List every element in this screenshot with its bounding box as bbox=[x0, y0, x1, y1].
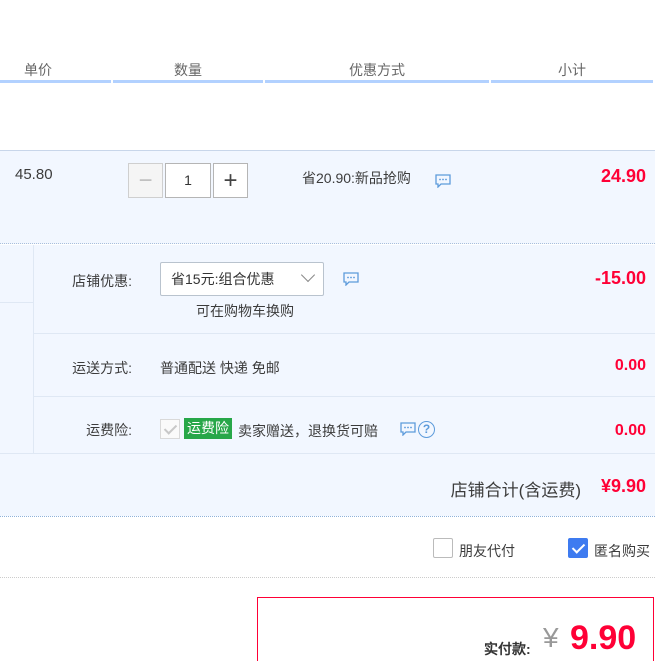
payment-amount: 9.90 bbox=[570, 619, 637, 657]
insurance-amount: 0.00 bbox=[614, 422, 646, 439]
currency-symbol: ¥ bbox=[543, 622, 559, 653]
quantity-increase-button[interactable]: + bbox=[213, 163, 248, 198]
help-icon[interactable]: ? bbox=[418, 421, 435, 438]
minus-icon: − bbox=[138, 166, 153, 194]
header-underline bbox=[491, 80, 653, 83]
shop-discount-label: 店铺优惠: bbox=[72, 273, 132, 289]
message-icon[interactable] bbox=[435, 174, 451, 188]
header-quantity: 数量 bbox=[174, 62, 202, 78]
unit-price: 45.80 bbox=[15, 166, 53, 183]
message-icon[interactable] bbox=[400, 422, 416, 436]
quantity-decrease-button[interactable]: − bbox=[128, 163, 163, 198]
friend-pay-label[interactable]: 朋友代付 bbox=[459, 541, 515, 561]
item-subtotal: 24.90 bbox=[600, 166, 646, 186]
header-subtotal: 小计 bbox=[558, 62, 586, 78]
plus-icon: + bbox=[223, 166, 238, 194]
shop-total-value: ¥9.90 bbox=[600, 476, 646, 496]
payment-label: 实付款: bbox=[484, 641, 531, 657]
insurance-label: 运费险: bbox=[86, 422, 132, 438]
header-underline bbox=[113, 80, 263, 83]
divider bbox=[0, 453, 655, 454]
divider bbox=[0, 516, 655, 517]
insurance-badge: 运费险 bbox=[184, 418, 232, 439]
shipping-amount: 0.00 bbox=[614, 357, 646, 374]
header-underline bbox=[0, 80, 111, 83]
divider bbox=[0, 302, 34, 303]
header-underline bbox=[265, 80, 489, 83]
shop-discount-amount: -15.00 bbox=[594, 268, 646, 288]
header-promotion: 优惠方式 bbox=[349, 62, 405, 78]
item-promotion: 省20.90:新品抢购 bbox=[302, 170, 411, 186]
friend-pay-checkbox[interactable] bbox=[433, 538, 453, 558]
quantity-input[interactable]: 1 bbox=[165, 163, 211, 198]
insurance-text: 卖家赠送，退换货可赔 bbox=[238, 423, 378, 439]
message-icon[interactable] bbox=[343, 272, 359, 286]
anonymous-purchase-label[interactable]: 匿名购买 bbox=[594, 541, 650, 561]
shop-discount-hint[interactable]: 可在购物车换购 bbox=[196, 301, 294, 321]
shipping-label: 运送方式: bbox=[72, 360, 132, 376]
shop-discount-select[interactable]: 省15元:组合优惠 bbox=[160, 262, 324, 296]
order-confirm-page: 单价 数量 优惠方式 小计 45.80 − 1 + 省20.90:新品抢购 24… bbox=[0, 0, 663, 661]
chevron-down-icon bbox=[300, 267, 316, 283]
order-item-row bbox=[0, 150, 655, 244]
anonymous-purchase-checkbox[interactable] bbox=[568, 538, 588, 558]
divider bbox=[0, 577, 655, 578]
shipping-value: 普通配送 快递 免邮 bbox=[160, 360, 280, 376]
shop-total-label: 店铺合计(含运费) bbox=[450, 481, 581, 500]
header-unit-price: 单价 bbox=[24, 62, 52, 78]
shop-discount-selected: 省15元:组合优惠 bbox=[171, 271, 275, 287]
insurance-checkbox bbox=[160, 419, 180, 439]
